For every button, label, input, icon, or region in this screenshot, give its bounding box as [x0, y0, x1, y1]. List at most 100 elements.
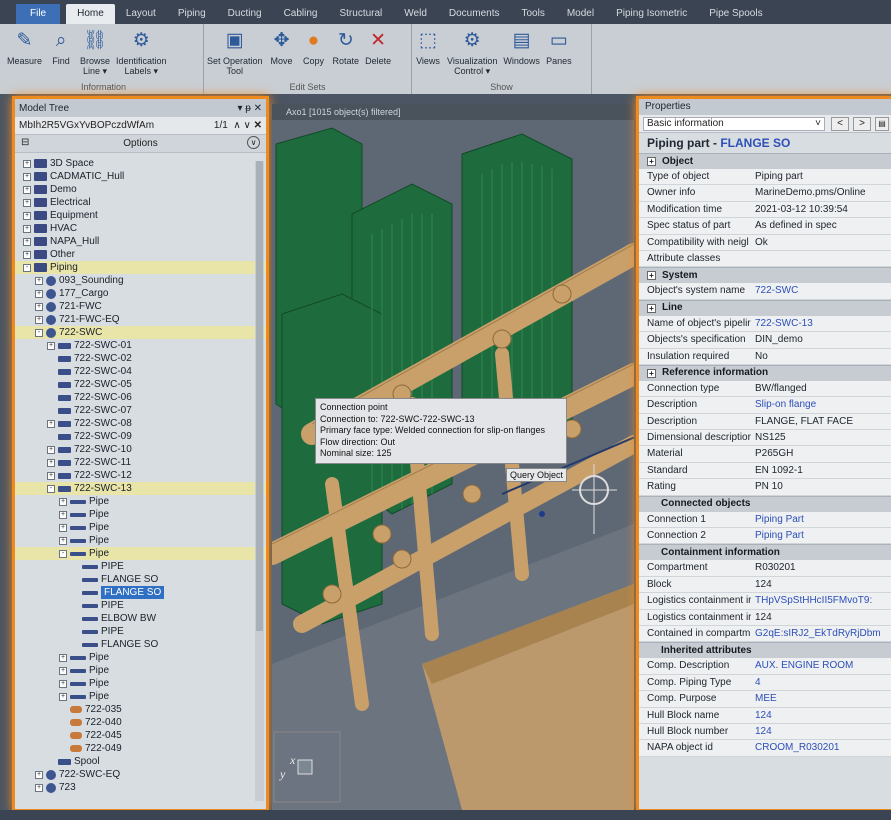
- tab-tools[interactable]: Tools: [510, 4, 555, 24]
- property-link[interactable]: Piping Part: [751, 528, 891, 543]
- tree-item[interactable]: + Pipe: [15, 534, 266, 547]
- collapse-icon[interactable]: -: [35, 328, 43, 337]
- clear-search-icon[interactable]: ✕: [254, 120, 262, 131]
- tree-item[interactable]: +722-SWC-11: [15, 456, 266, 469]
- expand-icon[interactable]: +: [59, 679, 67, 688]
- tree-item[interactable]: +722-SWC-10: [15, 443, 266, 456]
- tab-cabling[interactable]: Cabling: [273, 4, 329, 24]
- tree-item[interactable]: +722-SWC-EQ: [15, 768, 266, 781]
- tree-item[interactable]: 722-SWC-06: [15, 391, 266, 404]
- tree-item[interactable]: +3D Space: [15, 157, 266, 170]
- tree-item[interactable]: + Pipe: [15, 664, 266, 677]
- expand-icon[interactable]: +: [35, 302, 43, 311]
- collapse-icon[interactable]: -: [59, 549, 67, 558]
- tree-item[interactable]: + HVAC: [15, 222, 266, 235]
- measure-button[interactable]: ✎ Measure: [4, 28, 45, 66]
- tree-item[interactable]: + Pipe: [15, 508, 266, 521]
- tree-item[interactable]: Spool: [15, 755, 266, 768]
- expand-icon[interactable]: +: [47, 419, 55, 428]
- windows-button[interactable]: ▤ Windows: [500, 28, 543, 66]
- property-link[interactable]: 722-SWC: [751, 283, 891, 298]
- property-link[interactable]: THpVSpStHHcII5FMvoT9:: [751, 593, 891, 608]
- dropdown-icon[interactable]: ▾: [237, 103, 242, 114]
- expand-icon[interactable]: +: [35, 276, 43, 285]
- tree-item[interactable]: PIPE: [15, 599, 266, 612]
- next-icon[interactable]: >: [853, 116, 871, 131]
- tree-item[interactable]: + Pipe: [15, 521, 266, 534]
- expand-icon[interactable]: +: [23, 250, 31, 259]
- tree-item[interactable]: +093_Sounding: [15, 274, 266, 287]
- tree-item[interactable]: PIPE: [15, 625, 266, 638]
- section-connected-objects[interactable]: Connected objects: [639, 495, 891, 512]
- tree-item[interactable]: + CADMATIC_Hull: [15, 170, 266, 183]
- set-operation-tool-button[interactable]: ▣ Set Operation Tool: [204, 28, 266, 76]
- tree-item[interactable]: ELBOW BW: [15, 612, 266, 625]
- options-expand-icon[interactable]: ∨: [247, 136, 260, 149]
- expand-icon[interactable]: +: [647, 157, 656, 166]
- property-link[interactable]: 4: [751, 675, 891, 690]
- move-button[interactable]: ✥ Move: [266, 28, 298, 66]
- tree-item[interactable]: - 722-SWC-13: [15, 482, 266, 495]
- tree-item[interactable]: FLANGE SO: [15, 638, 266, 651]
- previous-icon[interactable]: <: [831, 116, 849, 131]
- tree-item[interactable]: 722-049: [15, 742, 266, 755]
- tree-item[interactable]: +722-SWC-01: [15, 339, 266, 352]
- tree-item[interactable]: 722-040: [15, 716, 266, 729]
- tree-item[interactable]: - Piping: [15, 261, 266, 274]
- tree-item[interactable]: PIPE: [15, 560, 266, 573]
- tree-item[interactable]: + Pipe: [15, 495, 266, 508]
- property-link[interactable]: 722-SWC-13: [751, 316, 891, 331]
- tree-item[interactable]: + Demo: [15, 183, 266, 196]
- property-link[interactable]: Piping Part: [751, 512, 891, 527]
- expand-icon[interactable]: +: [647, 368, 656, 378]
- tree-item[interactable]: 722-SWC-02: [15, 352, 266, 365]
- expand-icon[interactable]: +: [23, 185, 31, 194]
- tree-item[interactable]: + Pipe: [15, 677, 266, 690]
- expand-icon[interactable]: +: [23, 224, 31, 233]
- property-link[interactable]: 124: [751, 708, 891, 723]
- property-set-dropdown[interactable]: Basic information ˅: [643, 116, 825, 131]
- tree-item[interactable]: +722-SWC-12: [15, 469, 266, 482]
- expand-icon[interactable]: +: [23, 211, 31, 220]
- expand-icon[interactable]: +: [35, 289, 43, 298]
- tab-weld[interactable]: Weld: [393, 4, 438, 24]
- panes-button[interactable]: ▭ Panes: [543, 28, 575, 66]
- tree-item[interactable]: FLANGE SO: [15, 573, 266, 586]
- tab-ducting[interactable]: Ducting: [217, 4, 273, 24]
- tree-item[interactable]: +721-FWC: [15, 300, 266, 313]
- prev-match-icon[interactable]: ∧: [233, 120, 240, 131]
- collapse-all-icon[interactable]: ⊟: [21, 137, 29, 148]
- expand-icon[interactable]: +: [647, 271, 656, 281]
- tab-pipe-spools[interactable]: Pipe Spools: [698, 4, 773, 24]
- property-link[interactable]: MEE: [751, 691, 891, 706]
- tree-item[interactable]: +721-FWC-EQ: [15, 313, 266, 326]
- expand-icon[interactable]: +: [47, 458, 55, 467]
- tree-item[interactable]: 722-SWC-04: [15, 365, 266, 378]
- pin-icon[interactable]: ᵽ: [245, 103, 251, 114]
- tab-piping[interactable]: Piping: [167, 4, 217, 24]
- collapse-icon[interactable]: -: [47, 484, 55, 493]
- tree-item[interactable]: + Equipment: [15, 209, 266, 222]
- section-containment-information[interactable]: Containment information: [639, 544, 891, 561]
- expand-icon[interactable]: +: [59, 510, 67, 519]
- expand-icon[interactable]: +: [647, 303, 656, 313]
- section-system[interactable]: + System: [639, 267, 891, 284]
- tab-model[interactable]: Model: [556, 4, 605, 24]
- property-link[interactable]: AUX. ENGINE ROOM: [751, 658, 891, 673]
- expand-icon[interactable]: +: [23, 198, 31, 207]
- section-object[interactable]: + Object: [639, 153, 891, 169]
- tree-search-input[interactable]: MbIh2R5VGxYvBOPczdWfAm: [19, 120, 154, 131]
- tree-item[interactable]: + Pipe: [15, 690, 266, 703]
- tab-documents[interactable]: Documents: [438, 4, 511, 24]
- copy-button[interactable]: ● Copy: [298, 28, 330, 66]
- rotate-button[interactable]: ↻ Rotate: [330, 28, 363, 66]
- property-link[interactable]: CROOM_R030201: [751, 740, 891, 755]
- property-link[interactable]: Slip-on flange: [751, 397, 891, 412]
- tree-item[interactable]: 722-SWC-09: [15, 430, 266, 443]
- expand-icon[interactable]: +: [35, 770, 43, 779]
- tree-scrollbar[interactable]: [255, 161, 264, 801]
- expand-icon[interactable]: +: [59, 666, 67, 675]
- section-reference-information[interactable]: + Reference information: [639, 364, 891, 381]
- visualization-control-button[interactable]: ⚙ Visualization Control ▾: [444, 28, 500, 76]
- export-icon[interactable]: ▤: [875, 116, 889, 131]
